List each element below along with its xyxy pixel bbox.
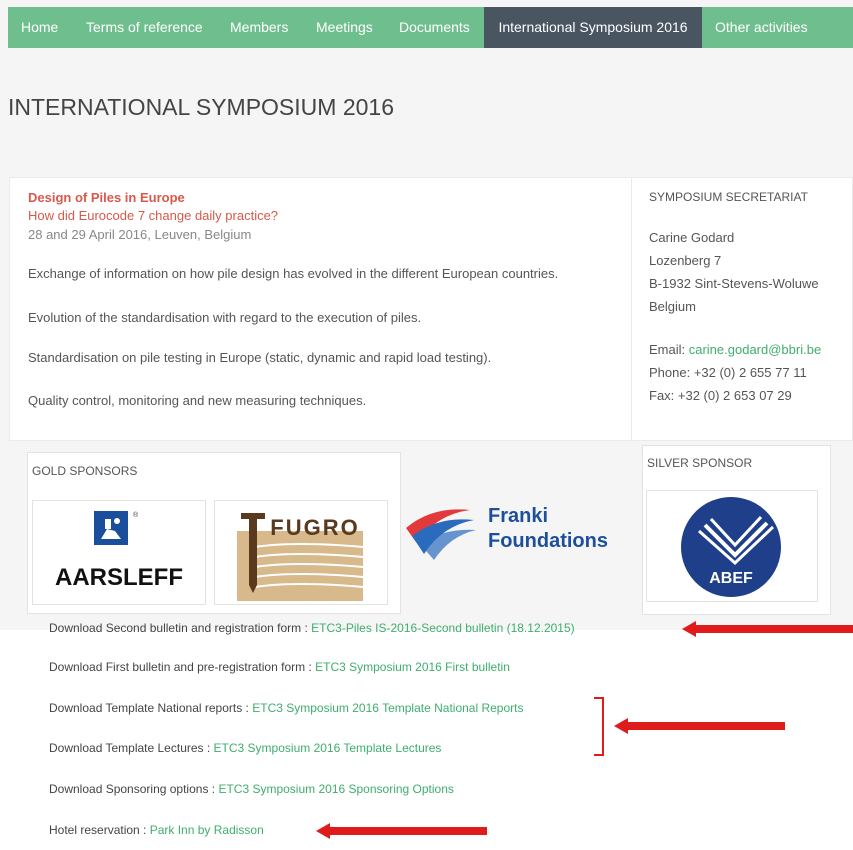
nav-other-activities[interactable]: Other activities [715,7,808,48]
secretariat-country: Belgium [649,299,696,314]
event-date-location: 28 and 29 April 2016, Leuven, Belgium [28,227,252,242]
download-row: Download Template Lectures : ETC3 Sympos… [49,741,441,755]
download-row: Download Sponsoring options : ETC3 Sympo… [49,782,454,796]
abef-logo[interactable]: ABEF [646,490,818,602]
secretariat-fax: Fax: +32 (0) 2 653 07 29 [649,388,792,403]
download-link-second-bulletin[interactable]: ETC3-Piles IS-2016-Second bulletin (18.1… [311,621,574,635]
fugro-logo[interactable]: FUGRO [214,500,388,605]
secretariat-name: Carine Godard [649,230,735,245]
secretariat-city: B-1932 Sint-Stevens-Woluwe [649,276,819,291]
event-title: Design of Piles in Europe [28,190,185,205]
nav-documents[interactable]: Documents [399,7,470,48]
secretariat-email-row: Email: carine.godard@bbri.be [649,342,821,357]
abef-wordmark: ABEF [709,570,753,587]
download-label: Hotel reservation : [49,823,150,837]
download-label: Download Sponsoring options : [49,782,219,796]
download-link-template-lectures[interactable]: ETC3 Symposium 2016 Template Lectures [214,741,442,755]
secretariat-street: Lozenberg 7 [649,253,722,268]
email-link[interactable]: carine.godard@bbri.be [689,342,821,357]
download-label: Download First bulletin and pre-registra… [49,660,316,674]
download-label: Download Template National reports : [49,701,253,715]
download-link-first-bulletin[interactable]: ETC3 Symposium 2016 First bulletin [315,660,510,674]
download-link-template-national-reports[interactable]: ETC3 Symposium 2016 Template National Re… [252,701,523,715]
aarsleff-logo[interactable]: ® AARSLEFF [32,500,206,605]
main-nav: Home Terms of reference Members Meetings… [8,7,853,48]
silver-sponsor-label: SILVER SPONSOR [647,456,753,470]
franki-wordmark-line1: Franki [488,505,548,527]
nav-terms-of-reference[interactable]: Terms of reference [86,7,203,48]
download-link-hotel[interactable]: Park Inn by Radisson [150,823,264,837]
fugro-logo-graphic: FUGRO [237,513,364,601]
franki-foundations-logo[interactable]: Franki Foundations [402,500,622,570]
download-row: Hotel reservation : Park Inn by Radisson [49,823,264,837]
franki-logo-graphic: Franki Foundations [406,505,608,560]
nav-home[interactable]: Home [21,7,58,48]
gold-sponsors-label: GOLD SPONSORS [32,464,138,478]
download-label: Download Second bulletin and registratio… [49,621,312,635]
topic-item: Standardisation on pile testing in Europ… [28,350,492,365]
aarsleff-wordmark: AARSLEFF [55,564,183,591]
abef-logo-graphic: ABEF [681,497,781,597]
page-title: INTERNATIONAL SYMPOSIUM 2016 [8,94,394,120]
event-subtitle: How did Eurocode 7 change daily practice… [28,208,279,223]
download-row: Download Second bulletin and registratio… [49,621,575,635]
franki-wordmark-line2: Foundations [488,530,608,552]
topic-item: Exchange of information on how pile desi… [28,266,559,281]
column-divider [631,177,632,441]
secretariat-phone: Phone: +32 (0) 2 655 77 11 [649,365,807,380]
secretariat-heading: SYMPOSIUM SECRETARIAT [649,190,808,204]
download-row: Download Template National reports : ETC… [49,701,523,715]
topic-item: Quality control, monitoring and new meas… [28,393,367,408]
download-label: Download Template Lectures : [49,741,214,755]
topic-item: Evolution of the standardisation with re… [28,310,422,325]
nav-international-symposium-2016[interactable]: International Symposium 2016 [484,7,702,48]
download-row: Download First bulletin and pre-registra… [49,660,510,674]
fugro-wordmark: FUGRO [270,515,359,540]
svg-text:®: ® [133,511,139,519]
nav-meetings[interactable]: Meetings [316,7,373,48]
aarsleff-logo-graphic: ® AARSLEFF [55,511,183,591]
email-label: Email: [649,342,689,357]
download-link-sponsoring-options[interactable]: ETC3 Symposium 2016 Sponsoring Options [218,782,453,796]
nav-members[interactable]: Members [230,7,288,48]
